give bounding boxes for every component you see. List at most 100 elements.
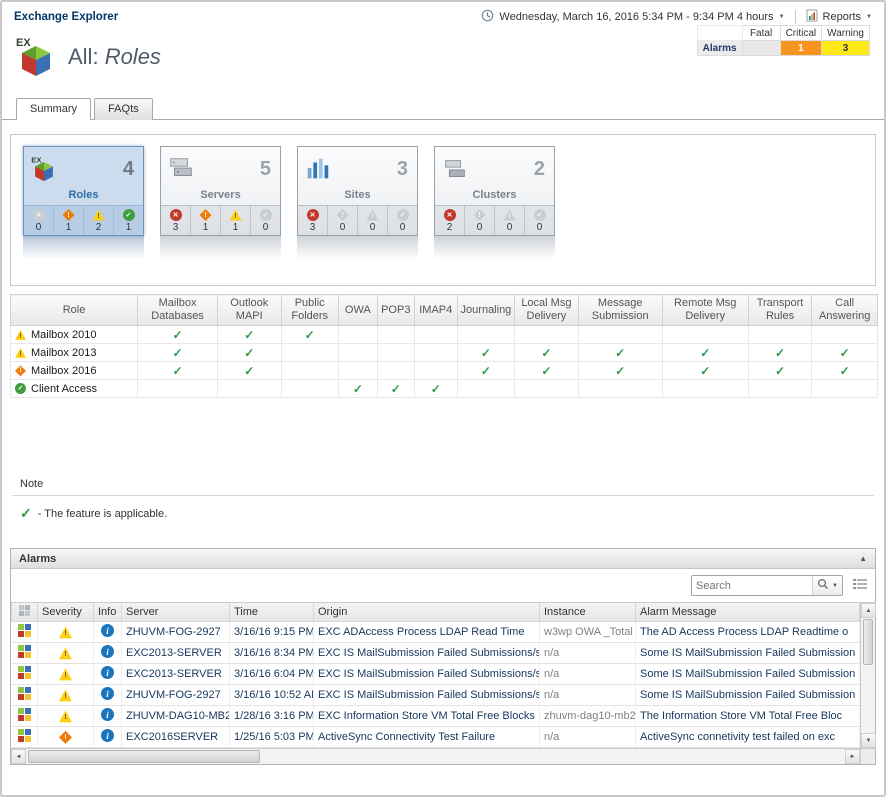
reports-menu[interactable]: Reports <box>823 11 862 23</box>
table-row[interactable]: Mailbox 2013 ✓ ✓ ✓ ✓ ✓ ✓ ✓ ✓ <box>11 344 878 362</box>
column-header: Remote Msg Delivery <box>662 295 748 326</box>
tile-roles[interactable]: EX 4 Roles 0 1 2 1 <box>23 146 144 285</box>
alarm-summary-col-fatal: Fatal <box>742 26 780 41</box>
normal-count-cell[interactable]: 0 <box>250 206 280 235</box>
warning-count-cell[interactable]: 2 <box>83 206 113 235</box>
table-row[interactable]: ZHUVM-DAG10-MB2 1/28/16 3:16 PM EXC Info… <box>12 706 860 727</box>
scroll-down-button[interactable]: ▼ <box>861 733 876 748</box>
tile-clusters[interactable]: 2 Clusters 2 0 0 0 <box>434 146 555 285</box>
info-cell[interactable] <box>94 664 122 685</box>
collapse-icon[interactable]: ▲ <box>859 554 867 563</box>
reports-icon <box>806 9 818 25</box>
tab-faqts[interactable]: FAQts <box>94 98 153 120</box>
instance-cell: zhuvm-dag10-mb2 <box>540 706 636 727</box>
fatal-icon <box>307 209 319 221</box>
info-cell[interactable] <box>94 685 122 706</box>
critical-count-cell[interactable]: 0 <box>327 206 357 235</box>
warning-count-cell[interactable]: 0 <box>357 206 387 235</box>
topology-object-icon[interactable] <box>12 685 38 706</box>
alarm-summary-col-warning: Warning <box>822 26 870 41</box>
search-icon[interactable] <box>817 577 829 595</box>
table-row[interactable]: Mailbox 2016 ✓ ✓ ✓ ✓ ✓ ✓ ✓ ✓ <box>11 362 878 380</box>
info-icon[interactable] <box>101 708 114 721</box>
table-row[interactable]: EXC2013-SERVER 3/16/16 8:34 PM EXC IS Ma… <box>12 643 860 664</box>
critical-count-cell[interactable]: 0 <box>464 206 494 235</box>
topology-object-icon[interactable] <box>12 643 38 664</box>
table-row[interactable]: EXC2013-SERVER 3/16/16 6:04 PM EXC IS Ma… <box>12 664 860 685</box>
table-row[interactable]: ZHUVM-FOG-2927 3/16/16 10:52 AM EXC IS M… <box>12 685 860 706</box>
alarm-summary-fatal-count[interactable] <box>742 41 780 56</box>
column-header-origin[interactable]: Origin <box>314 603 540 622</box>
scroll-right-button[interactable]: ► <box>845 749 860 764</box>
topology-object-icon[interactable] <box>12 727 38 748</box>
table-row[interactable]: Client Access ✓ ✓ ✓ <box>11 380 878 398</box>
table-row[interactable]: ZHUVM-FOG-2927 3/16/16 9:15 PM EXC ADAcc… <box>12 622 860 643</box>
tile-count: 4 <box>123 158 134 181</box>
info-cell[interactable] <box>94 643 122 664</box>
table-row[interactable]: EXC2016SERVER 1/25/16 5:03 PM ActiveSync… <box>12 727 860 748</box>
tile-servers[interactable]: 5 Servers 3 1 1 0 <box>160 146 281 285</box>
info-icon[interactable] <box>101 666 114 679</box>
normal-icon <box>397 209 409 221</box>
tile-sites[interactable]: 3 Sites 3 0 0 0 <box>297 146 418 285</box>
instance-cell: w3wp OWA _Total <box>540 622 636 643</box>
tab-summary[interactable]: Summary <box>16 98 91 120</box>
info-icon[interactable] <box>101 645 114 658</box>
scroll-track[interactable] <box>262 749 845 764</box>
horizontal-scroll-thumb[interactable] <box>28 750 260 763</box>
column-header-server[interactable]: Server <box>122 603 230 622</box>
instance-cell: n/a <box>540 727 636 748</box>
alarms-toolbar: ▼ <box>11 569 875 602</box>
alarm-summary-warning-count[interactable]: 3 <box>822 41 870 56</box>
column-header-time[interactable]: Time <box>230 603 314 622</box>
customize-table-icon[interactable] <box>853 577 867 595</box>
info-icon[interactable] <box>101 687 114 700</box>
info-cell[interactable] <box>94 622 122 643</box>
topology-object-icon[interactable] <box>12 622 38 643</box>
chevron-down-icon[interactable]: ▼ <box>866 14 872 20</box>
info-icon[interactable] <box>101 729 114 742</box>
fatal-icon <box>33 209 45 221</box>
fatal-count-cell[interactable]: 2 <box>435 206 464 235</box>
vertical-scroll-thumb[interactable] <box>863 619 873 665</box>
scroll-left-button[interactable]: ◄ <box>11 749 26 764</box>
topology-object-icon[interactable] <box>12 706 38 727</box>
warning-count-cell[interactable]: 1 <box>220 206 250 235</box>
column-header-severity[interactable]: Severity <box>38 603 94 622</box>
normal-count-cell[interactable]: 1 <box>113 206 143 235</box>
fatal-count-cell[interactable]: 3 <box>161 206 190 235</box>
search-box[interactable]: ▼ <box>691 575 843 596</box>
clock-icon <box>481 9 494 25</box>
info-cell[interactable] <box>94 727 122 748</box>
fatal-count-cell[interactable]: 3 <box>298 206 327 235</box>
role-name: Mailbox 2013 <box>31 347 96 359</box>
vertical-scrollbar[interactable]: ▲ ▼ <box>860 603 875 748</box>
time-cell: 1/28/16 3:16 PM <box>230 706 314 727</box>
alarm-summary-critical-count[interactable]: 1 <box>780 41 822 56</box>
critical-count-cell[interactable]: 1 <box>190 206 220 235</box>
horizontal-scrollbar[interactable]: ◄ ► <box>11 749 860 764</box>
info-icon[interactable] <box>101 624 114 637</box>
column-header-info[interactable]: Info <box>94 603 122 622</box>
scroll-up-button[interactable]: ▲ <box>861 603 876 618</box>
info-cell[interactable] <box>94 706 122 727</box>
scroll-track[interactable] <box>861 666 875 733</box>
normal-count-cell[interactable]: 0 <box>387 206 417 235</box>
search-input[interactable] <box>692 580 812 592</box>
severity-cell <box>38 643 94 664</box>
column-header-message[interactable]: Alarm Message <box>636 603 860 622</box>
search-options-icon[interactable]: ▼ <box>832 583 838 589</box>
warning-count-cell[interactable]: 0 <box>494 206 524 235</box>
row-selector-column-icon[interactable] <box>12 603 38 622</box>
critical-count-cell[interactable]: 1 <box>53 206 83 235</box>
column-header-instance[interactable]: Instance <box>540 603 636 622</box>
normal-count-cell[interactable]: 0 <box>524 206 554 235</box>
scrollbar-corner <box>860 749 875 764</box>
topology-object-icon[interactable] <box>12 664 38 685</box>
table-row[interactable]: Mailbox 2010 ✓ ✓ ✓ <box>11 326 878 344</box>
chevron-down-icon[interactable]: ▼ <box>779 14 785 20</box>
time-range-selector[interactable]: Wednesday, March 16, 2016 5:34 PM - 9:34… <box>499 11 773 23</box>
tile-reflection <box>23 236 144 263</box>
fatal-count-cell[interactable]: 0 <box>24 206 53 235</box>
alarms-panel: Alarms ▲ ▼ <box>10 548 876 765</box>
